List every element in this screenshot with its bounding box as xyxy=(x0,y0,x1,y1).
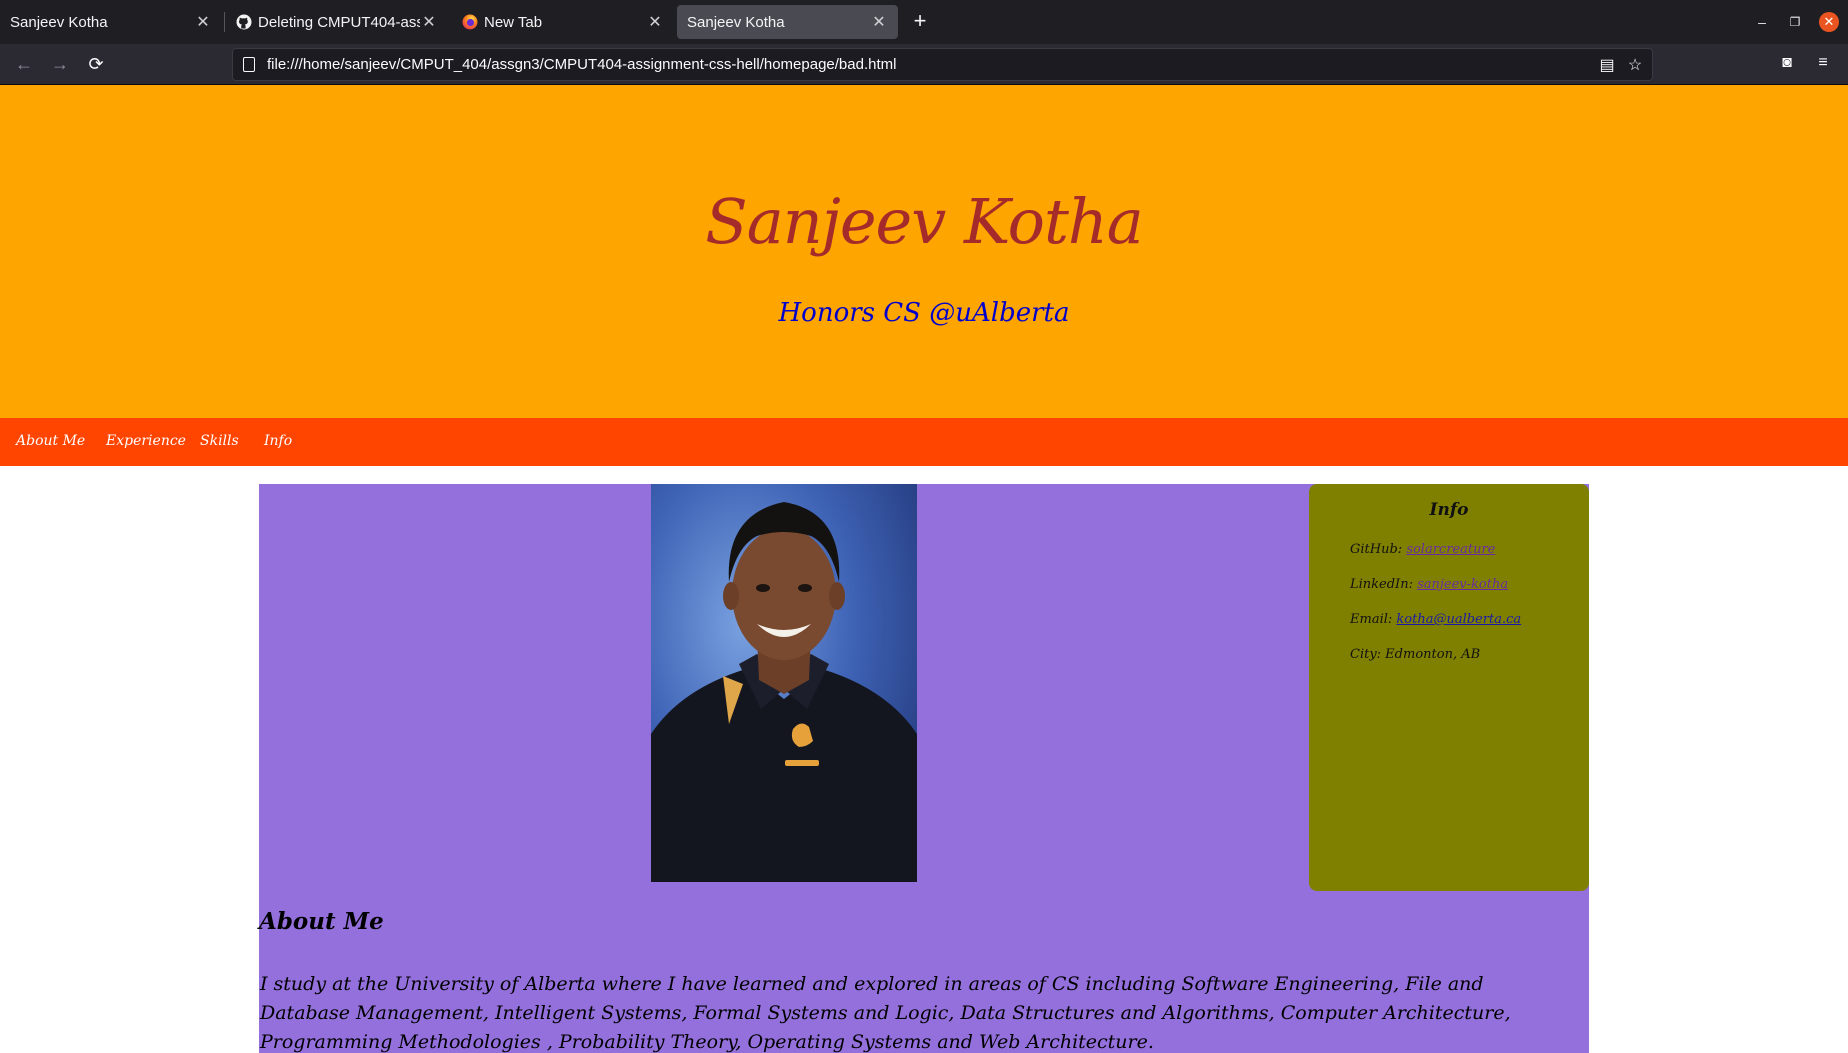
menu-hamburger-icon[interactable]: ≡ xyxy=(1812,54,1834,72)
tab-title: Sanjeev Kotha xyxy=(10,13,108,31)
close-window-icon[interactable]: ✕ xyxy=(1819,12,1839,32)
nav-link-skills[interactable]: Skills xyxy=(200,433,239,449)
main-content: Info GitHub: solarcreature LinkedIn: san… xyxy=(259,484,1589,1053)
close-tab-icon[interactable]: ✕ xyxy=(194,12,212,32)
firefox-icon xyxy=(462,14,478,30)
nav-link-about-me[interactable]: About Me xyxy=(16,433,85,449)
new-tab-button[interactable]: + xyxy=(908,10,932,34)
page-header: Sanjeev Kotha Honors CS @uAlberta xyxy=(0,85,1848,418)
browser-navigation-bar: ← → ⟳ file:///home/sanjeev/CMPUT_404/ass… xyxy=(0,44,1848,85)
tab-new-tab[interactable]: New Tab ✕ xyxy=(452,5,674,39)
tab-title: New Tab xyxy=(484,13,543,31)
linkedin-label: LinkedIn: xyxy=(1350,577,1418,592)
bookmark-star-icon[interactable]: ☆ xyxy=(1625,55,1645,75)
about-me-heading: About Me xyxy=(259,908,384,935)
url-text[interactable]: file:///home/sanjeev/CMPUT_404/assgn3/CM… xyxy=(267,56,896,73)
email-link[interactable]: kotha@ualberta.ca xyxy=(1396,612,1521,627)
address-bar[interactable]: file:///home/sanjeev/CMPUT_404/assgn3/CM… xyxy=(232,48,1653,81)
tab-separator xyxy=(224,12,225,32)
github-label: GitHub: xyxy=(1350,542,1407,557)
back-arrow-icon[interactable]: ← xyxy=(13,53,35,75)
info-box-title: Info xyxy=(1429,500,1469,520)
about-me-text: I study at the University of Alberta whe… xyxy=(260,973,1511,1053)
nav-link-info[interactable]: Info xyxy=(264,433,292,449)
github-icon xyxy=(236,14,252,30)
nav-link-experience[interactable]: Experience xyxy=(106,433,186,449)
tab-title: Deleting CMPUT404-assign xyxy=(258,13,420,31)
linkedin-link[interactable]: sanjeev-kotha xyxy=(1417,577,1508,592)
email-row: Email: kotha@ualberta.ca xyxy=(1350,612,1521,627)
close-tab-icon[interactable]: ✕ xyxy=(420,12,438,32)
site-nav: About Me Experience Skills Info xyxy=(0,418,1848,466)
tab-sanjeev-kotha-1[interactable]: Sanjeev Kotha ✕ xyxy=(0,5,222,39)
reader-view-icon[interactable]: ▤ xyxy=(1597,55,1617,75)
close-tab-icon[interactable]: ✕ xyxy=(870,12,888,32)
reload-icon[interactable]: ⟳ xyxy=(85,53,107,75)
forward-arrow-icon[interactable]: → xyxy=(49,53,71,75)
github-row: GitHub: solarcreature xyxy=(1350,542,1495,557)
tab-github[interactable]: Deleting CMPUT404-assign ✕ xyxy=(226,5,448,39)
linkedin-row: LinkedIn: sanjeev-kotha xyxy=(1350,577,1508,592)
page-viewport: Sanjeev Kotha Honors CS @uAlberta About … xyxy=(0,85,1848,1053)
profile-photo xyxy=(651,484,917,882)
github-link[interactable]: solarcreature xyxy=(1406,542,1495,557)
close-tab-icon[interactable]: ✕ xyxy=(646,12,664,32)
browser-tab-strip: Sanjeev Kotha ✕ Deleting CMPUT404-assign… xyxy=(0,0,1848,44)
page-title: Sanjeev Kotha xyxy=(705,185,1144,258)
email-label: Email: xyxy=(1350,612,1397,627)
restore-icon[interactable]: ❐ xyxy=(1785,12,1805,32)
page-subtitle: Honors CS @uAlberta xyxy=(778,298,1070,328)
minimize-icon[interactable]: – xyxy=(1752,12,1772,32)
pocket-icon[interactable]: ◙ xyxy=(1776,54,1798,72)
tab-sanjeev-kotha-active[interactable]: Sanjeev Kotha ✕ xyxy=(677,5,898,39)
info-box: Info GitHub: solarcreature LinkedIn: san… xyxy=(1309,484,1589,891)
city-row: City: Edmonton, AB xyxy=(1350,647,1481,662)
page-icon xyxy=(243,57,255,72)
tab-title: Sanjeev Kotha xyxy=(687,13,785,31)
